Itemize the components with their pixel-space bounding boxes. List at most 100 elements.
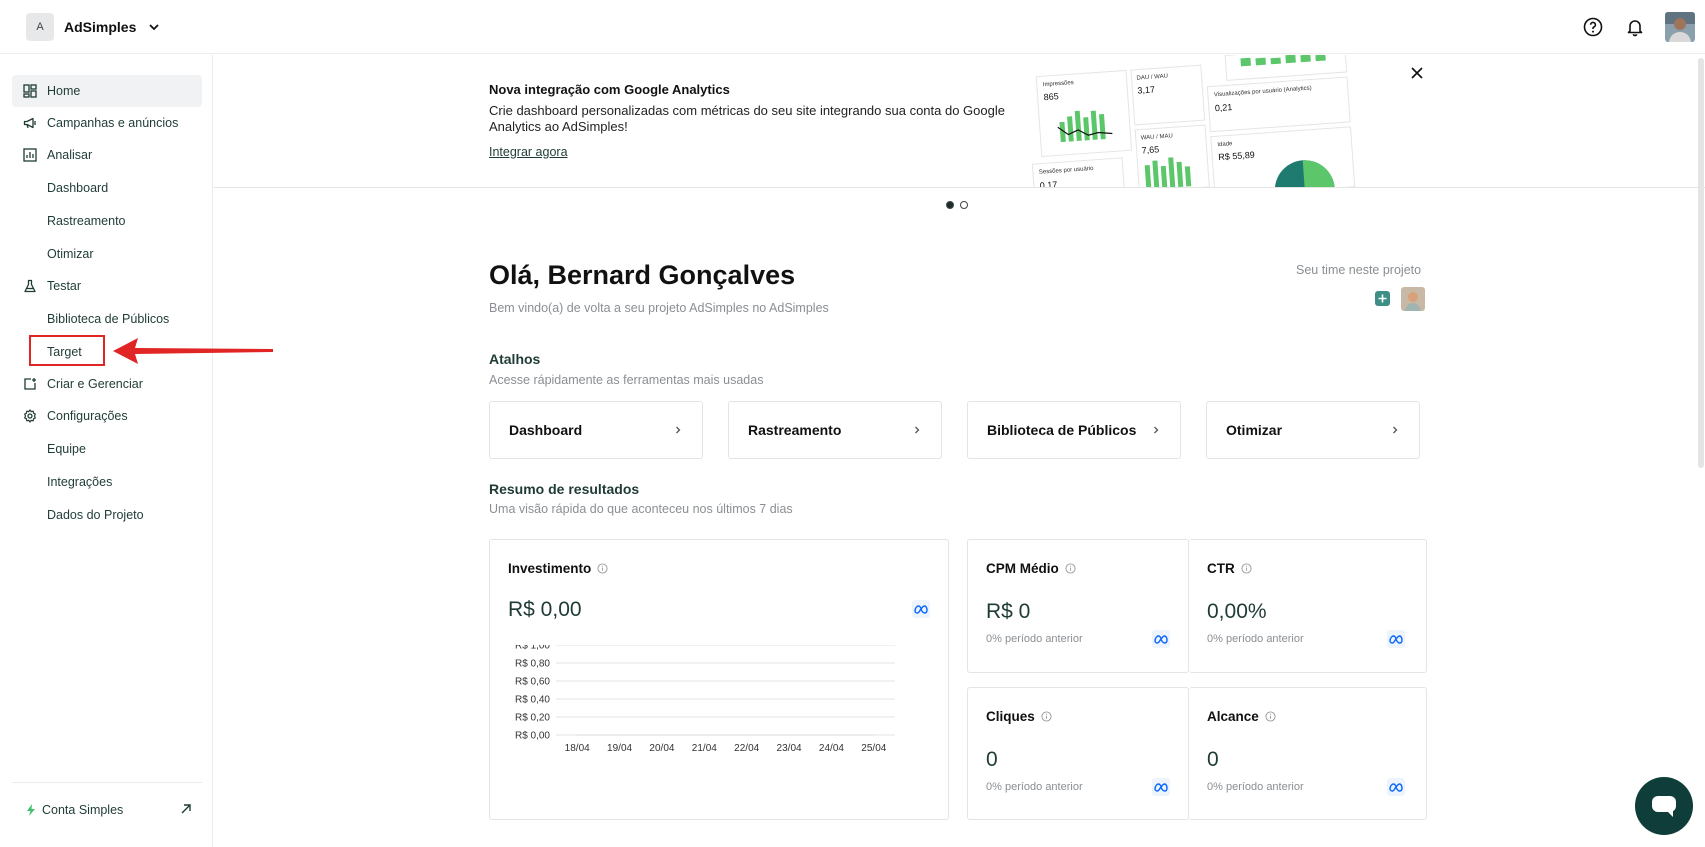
team-member-avatar[interactable] xyxy=(1401,287,1425,311)
carousel-dots xyxy=(946,201,968,209)
sidebar-item-label: Configurações xyxy=(47,409,128,423)
sidebar-item-dados-projeto[interactable]: Dados do Projeto xyxy=(12,498,212,531)
cliques-card: Cliques 0 0% período anterior xyxy=(967,687,1189,820)
card-title-label: Investimento xyxy=(508,561,592,576)
sidebar-item-testar[interactable]: Testar xyxy=(12,270,202,302)
external-link-icon[interactable] xyxy=(180,803,192,815)
shortcuts-subtitle: Acesse rápidamente as ferramentas mais u… xyxy=(489,373,764,387)
info-icon[interactable] xyxy=(1265,711,1276,722)
sidebar-item-equipe[interactable]: Equipe xyxy=(12,432,212,465)
integrar-agora-link[interactable]: Integrar agora xyxy=(489,145,568,159)
x-tick-label: 22/04 xyxy=(734,743,759,754)
analytics-preview-image: Impressões 865 DAU / WAU 3,17 WAU / MAU … xyxy=(1031,55,1356,188)
y-tick-label: R$ 0,80 xyxy=(515,659,550,670)
preview-value: 0,21 xyxy=(1215,102,1233,113)
conta-simples-logo-icon xyxy=(27,804,35,816)
info-icon[interactable] xyxy=(1241,563,1252,574)
close-icon[interactable] xyxy=(1409,65,1425,81)
bar-chart-icon xyxy=(23,148,37,162)
sidebar-item-configuracoes[interactable]: Configurações xyxy=(12,400,202,432)
preview-value: 0,17 xyxy=(1039,179,1057,188)
annotation-highlight-box xyxy=(29,335,105,366)
meta-badge xyxy=(1152,630,1170,648)
sidebar-item-label: Home xyxy=(47,84,81,98)
conta-simples-link[interactable]: Conta Simples xyxy=(26,803,123,817)
x-tick-label: 23/04 xyxy=(777,743,802,754)
sidebar-item-biblioteca[interactable]: Biblioteca de Públicos xyxy=(12,302,212,335)
meta-badge xyxy=(1387,778,1405,796)
add-member-button[interactable] xyxy=(1375,291,1390,306)
info-icon[interactable] xyxy=(1041,711,1052,722)
meta-icon xyxy=(1154,783,1168,792)
help-icon xyxy=(1583,17,1603,37)
x-tick-label: 25/04 xyxy=(861,743,886,754)
preview-value: 3,17 xyxy=(1137,84,1155,95)
sidebar-item-dashboard[interactable]: Dashboard xyxy=(12,171,212,204)
sidebar-item-otimizar[interactable]: Otimizar xyxy=(12,237,212,270)
card-title: Cliques xyxy=(986,709,1052,724)
shortcut-label: Biblioteca de Públicos xyxy=(987,422,1137,438)
x-tick-label: 19/04 xyxy=(607,743,632,754)
x-tick-label: 18/04 xyxy=(565,743,590,754)
carousel-dot[interactable] xyxy=(960,201,968,209)
meta-icon xyxy=(914,605,928,614)
y-tick-label: R$ 0,40 xyxy=(515,695,550,706)
card-value: R$ 0,00 xyxy=(508,598,582,621)
project-name: AdSimples xyxy=(64,19,137,35)
sidebar-item-campanhas[interactable]: Campanhas e anúncios xyxy=(12,107,202,139)
card-title: Investimento xyxy=(508,561,608,576)
project-switcher[interactable]: A AdSimples xyxy=(26,13,162,41)
shortcuts-title: Atalhos xyxy=(489,351,541,367)
banner-title: Nova integração com Google Analytics xyxy=(489,82,730,97)
card-prev-period: 0% período anterior xyxy=(986,781,1083,793)
card-title: CPM Médio xyxy=(986,561,1076,576)
sidebar-item-analisar[interactable]: Analisar xyxy=(12,139,202,171)
shortcut-dashboard[interactable]: Dashboard xyxy=(489,401,703,459)
project-avatar: A xyxy=(26,13,54,41)
card-prev-period: 0% período anterior xyxy=(1207,633,1304,645)
x-tick-label: 21/04 xyxy=(692,743,717,754)
gear-icon xyxy=(23,409,37,423)
carousel-dot[interactable] xyxy=(946,201,954,209)
y-tick-label: R$ 0,00 xyxy=(515,731,550,742)
shortcut-rastreamento[interactable]: Rastreamento xyxy=(728,401,942,459)
sidebar-footer: Conta Simples xyxy=(12,782,202,847)
sidebar-item-home[interactable]: Home xyxy=(12,75,202,107)
sidebar-item-label: Analisar xyxy=(47,148,93,162)
ctr-card: CTR 0,00% 0% período anterior xyxy=(1189,539,1427,673)
help-button[interactable] xyxy=(1581,15,1605,39)
chat-button[interactable] xyxy=(1635,777,1693,835)
summary-title: Resumo de resultados xyxy=(489,481,640,497)
meta-badge xyxy=(1387,630,1405,648)
chevron-right-icon xyxy=(676,426,681,434)
investimento-chart: R$ 1,00 R$ 0,80 R$ 0,60 R$ 0,40 R$ 0,20 R$ 0,… xyxy=(515,645,895,754)
create-icon xyxy=(23,377,37,391)
notifications-button[interactable] xyxy=(1623,15,1647,39)
chevron-right-icon xyxy=(1154,426,1159,434)
sidebar-item-criar[interactable]: Criar e Gerenciar xyxy=(12,368,202,400)
info-icon[interactable] xyxy=(1065,563,1076,574)
shortcut-biblioteca[interactable]: Biblioteca de Públicos xyxy=(967,401,1181,459)
x-tick-label: 20/04 xyxy=(649,743,674,754)
shortcut-otimizar[interactable]: Otimizar xyxy=(1206,401,1420,459)
meta-badge xyxy=(912,600,930,618)
team-label: Seu time neste projeto xyxy=(1296,263,1422,277)
sidebar-item-integracoes[interactable]: Integrações xyxy=(12,465,212,498)
info-icon[interactable] xyxy=(597,563,608,574)
cpm-card: CPM Médio R$ 0 0% período anterior xyxy=(967,539,1189,673)
user-avatar[interactable] xyxy=(1665,12,1695,42)
chevron-right-icon xyxy=(915,426,920,434)
alcance-card: Alcance 0 0% período anterior xyxy=(1189,687,1427,820)
summary-subtitle: Uma visão rápida do que aconteceu nos úl… xyxy=(489,502,793,516)
card-title-label: CPM Médio xyxy=(986,561,1059,576)
sidebar-item-label: Criar e Gerenciar xyxy=(47,377,143,391)
sidebar-item-label: Campanhas e anúncios xyxy=(47,116,179,130)
sidebar-item-rastreamento[interactable]: Rastreamento xyxy=(12,204,212,237)
y-tick-label: R$ 0,20 xyxy=(515,713,550,724)
flask-icon xyxy=(23,279,37,293)
meta-icon xyxy=(1154,635,1168,644)
x-tick-label: 24/04 xyxy=(819,743,844,754)
y-tick-label: R$ 0,60 xyxy=(515,677,550,688)
scrollbar[interactable] xyxy=(1698,58,1704,468)
meta-icon xyxy=(1389,635,1403,644)
